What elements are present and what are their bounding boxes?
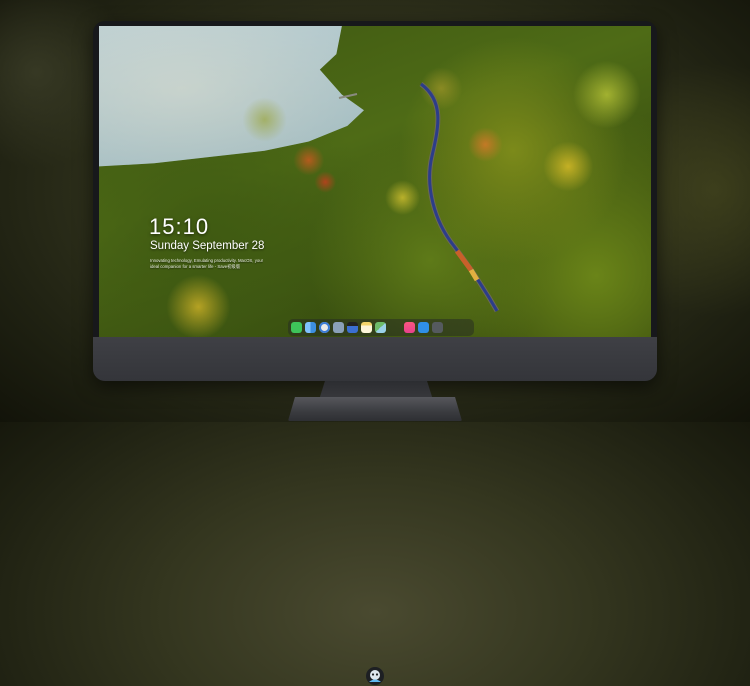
safari-icon[interactable] (319, 322, 330, 333)
preview-icon[interactable] (333, 322, 344, 333)
monitor-stand-base (288, 397, 462, 421)
dock (288, 319, 474, 336)
lock-time: 15:10 (149, 214, 210, 239)
screen: 15:10 Sunday September 28 Innovating tec… (99, 26, 651, 338)
app-store-icon[interactable] (418, 322, 429, 333)
monitor-chin (93, 337, 657, 685)
wallpaper-railway (338, 81, 500, 313)
maps-icon[interactable] (375, 322, 386, 333)
lock-date: Sunday September 28 (150, 240, 265, 252)
messages-icon[interactable] (291, 322, 302, 333)
clapper-icon[interactable] (347, 322, 358, 333)
camera-icon[interactable] (432, 322, 443, 333)
lock-tagline: Innovating technology, Emulating product… (150, 258, 264, 269)
notes-icon[interactable] (361, 322, 372, 333)
finder-icon[interactable] (305, 322, 316, 333)
monitor: 15:10 Sunday September 28 Innovating tec… (93, 21, 657, 685)
avatar-logo-icon (366, 667, 384, 685)
music-icon[interactable] (404, 322, 415, 333)
